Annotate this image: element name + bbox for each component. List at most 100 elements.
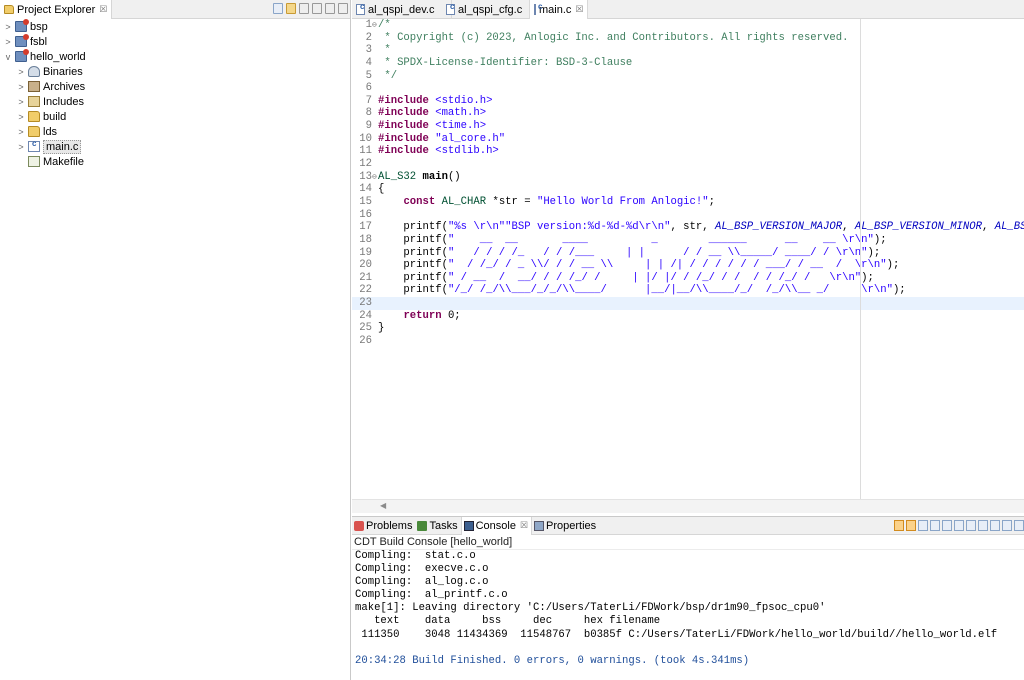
code-line[interactable]: 17 printf("%s \r\n""BSP version:%d-%d-%d… [352, 221, 1024, 234]
maximize-icon[interactable] [338, 3, 348, 14]
code-token: * SPDX-License-Identifier: BSD-3-Clause [378, 56, 633, 69]
chevron-right-icon[interactable]: > [16, 142, 26, 152]
tab-al-qspi-cfg[interactable]: al_qspi_cfg.c [442, 0, 530, 19]
tasks-icon [417, 520, 428, 531]
tree-item-binaries[interactable]: > Binaries [0, 64, 350, 79]
code-line[interactable]: 6 [352, 82, 1024, 95]
console-output[interactable]: Compling: stat.c.o Compling: execve.c.o Co… [352, 550, 1024, 668]
code-area[interactable]: 1⊖/* 2 * Copyright (c) 2023, Anlogic Inc.… [352, 19, 1024, 499]
code-line[interactable]: 16 [352, 209, 1024, 222]
code-token: main [422, 170, 448, 183]
code-line[interactable]: 11 #include <stdlib.h> [352, 145, 1024, 158]
code-line[interactable]: 24 return 0; [352, 310, 1024, 323]
code-line[interactable]: 25} [352, 322, 1024, 335]
tab-tasks[interactable]: Tasks [415, 517, 460, 535]
display-console-icon[interactable] [978, 520, 988, 531]
code-line[interactable]: 23 [352, 297, 1024, 310]
tab-project-explorer[interactable]: Project Explorer ☒ [0, 0, 113, 19]
code-text: #include "al_core.h" [378, 133, 505, 146]
horizontal-scrollbar[interactable]: ◀ [352, 499, 1024, 513]
minimize-icon[interactable] [1014, 520, 1024, 531]
code-token: <stdlib.h> [435, 145, 499, 158]
view-menu-icon[interactable] [1002, 520, 1012, 531]
code-line[interactable]: 5 */ [352, 70, 1024, 83]
tree-item-lds[interactable]: > lds [0, 124, 350, 139]
code-line[interactable]: 1⊖/* [352, 19, 1024, 32]
tree-item-fsbl[interactable]: > fsbl [0, 34, 350, 49]
tab-main-c[interactable]: main.c ☒ [530, 0, 588, 19]
code-token: * [378, 44, 391, 57]
code-token: printf( [378, 246, 448, 259]
word-wrap-icon[interactable] [954, 520, 964, 531]
code-text: printf(" / / / /_ / / /___ | | / / __ \\… [378, 247, 880, 260]
tree-item-archives[interactable]: > Archives [0, 79, 350, 94]
code-line[interactable]: 10 #include "al_core.h" [352, 133, 1024, 146]
code-token: <stdio.h> [435, 94, 493, 107]
code-line[interactable]: 4 * SPDX-License-Identifier: BSD-3-Claus… [352, 57, 1024, 70]
chevron-right-icon[interactable]: > [3, 37, 13, 47]
line-number: 9 [365, 120, 372, 133]
code-line[interactable]: 9 #include <time.h> [352, 120, 1024, 133]
code-line[interactable]: 13⊖AL_S32 main() [352, 171, 1024, 184]
code-line[interactable]: 14 { [352, 183, 1024, 196]
build-console-icon[interactable] [918, 520, 928, 531]
previous-annotation-icon[interactable] [906, 520, 916, 531]
chevron-right-icon[interactable]: > [16, 67, 26, 77]
code-line[interactable]: 20 printf(" / /_/ / _ \\/ / / __ \\ | | … [352, 259, 1024, 272]
code-line[interactable]: 12 [352, 158, 1024, 171]
code-line[interactable]: 2 * Copyright (c) 2023, Anlogic Inc. and… [352, 32, 1024, 45]
pin-console-icon[interactable] [966, 520, 976, 531]
tree-item-bsp[interactable]: > bsp [0, 19, 350, 34]
code-line[interactable]: 22 printf("/_/ /_/\\___/_/_/\\____/ |__/… [352, 284, 1024, 297]
tab-label: Console [475, 519, 516, 532]
code-line[interactable]: 21 printf(" / __ / __/ / / /_/ / | |/ |/… [352, 272, 1024, 285]
minimize-icon[interactable] [325, 3, 335, 14]
tree-item-build[interactable]: > build [0, 109, 350, 124]
tab-problems[interactable]: Problems [352, 517, 415, 535]
line-number: 6 [365, 82, 372, 95]
code-token: , [982, 221, 995, 234]
clear-console-icon[interactable] [930, 520, 940, 531]
close-icon[interactable]: ☒ [520, 520, 528, 531]
code-token: "/_/ /_/\\___/_/_/\\____/ |__/|__/\\____… [447, 284, 893, 297]
code-text: } [378, 322, 384, 335]
link-with-editor-icon[interactable] [286, 3, 296, 14]
close-icon[interactable]: ☒ [575, 4, 583, 15]
close-icon[interactable]: ☒ [99, 4, 107, 15]
code-text: #include <time.h> [378, 120, 486, 133]
tree-item-includes[interactable]: > Includes [0, 94, 350, 109]
chevron-right-icon[interactable]: > [16, 82, 26, 92]
folder-icon [28, 111, 40, 122]
tree-item-label: lds [43, 125, 58, 138]
collapse-all-icon[interactable] [273, 3, 283, 14]
tree-item-label: fsbl [30, 35, 48, 48]
code-line[interactable]: 7 #include <stdio.h> [352, 95, 1024, 108]
code-line[interactable]: 26 [352, 335, 1024, 348]
code-line[interactable]: 3 * [352, 44, 1024, 57]
tab-al-qspi-dev[interactable]: al_qspi_dev.c [352, 0, 452, 19]
code-line[interactable]: 8 #include <math.h> [352, 107, 1024, 120]
code-line[interactable]: 19 printf(" / / / /_ / / /___ | | / / __… [352, 247, 1024, 260]
scroll-left-icon[interactable]: ◀ [380, 501, 386, 510]
tree-item-hello-world[interactable]: v hello_world [0, 49, 350, 64]
tree-item-makefile[interactable]: Makefile [0, 154, 350, 169]
tab-label: al_qspi_cfg.c [458, 3, 523, 16]
tab-properties[interactable]: Properties [532, 517, 599, 535]
explorer-toolbar [273, 3, 348, 14]
filter-icon[interactable] [299, 3, 309, 14]
tree-item-main-c[interactable]: > main.c [0, 139, 350, 154]
new-console-icon[interactable] [990, 520, 1000, 531]
chevron-right-icon[interactable]: > [16, 97, 26, 107]
chevron-right-icon[interactable]: > [16, 127, 26, 137]
code-line[interactable]: 18 printf(" __ __ ____ _ ______ __ __ \r… [352, 234, 1024, 247]
console-toolbar [894, 520, 1024, 531]
chevron-right-icon[interactable]: > [16, 112, 26, 122]
next-annotation-icon[interactable] [894, 520, 904, 531]
view-menu-icon[interactable] [312, 3, 322, 14]
code-line[interactable]: 15 const AL_CHAR *str = "Hello World Fro… [352, 196, 1024, 209]
code-text: return 0; [378, 310, 460, 323]
scroll-lock-icon[interactable] [942, 520, 952, 531]
chevron-right-icon[interactable]: > [3, 22, 13, 32]
chevron-down-icon[interactable]: v [3, 52, 13, 62]
tab-console[interactable]: Console ☒ [460, 516, 533, 535]
